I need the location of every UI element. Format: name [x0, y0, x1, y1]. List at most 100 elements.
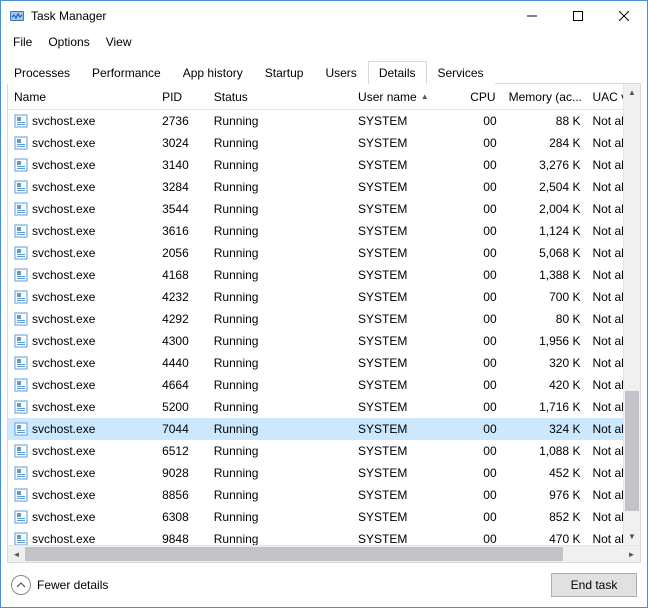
cell-cpu: 00 — [464, 530, 502, 545]
cell-status: Running — [208, 354, 352, 372]
menu-file[interactable]: File — [5, 32, 40, 52]
tab-details[interactable]: Details — [368, 61, 427, 84]
hscroll-thumb[interactable] — [25, 547, 563, 561]
cell-status: Running — [208, 134, 352, 152]
scroll-track[interactable] — [624, 101, 640, 528]
table-row[interactable]: svchost.exe4300RunningSYSTEM001,956 KNot… — [8, 330, 623, 352]
cell-pid: 2056 — [156, 244, 208, 262]
scroll-left-arrow[interactable]: ◄ — [8, 550, 25, 559]
process-rows: svchost.exe2736RunningSYSTEM0088 KNot al… — [8, 110, 623, 545]
vertical-scrollbar[interactable]: ▲ ▼ — [623, 84, 640, 545]
cell-uac: Not al — [586, 266, 623, 284]
scroll-thumb[interactable] — [625, 391, 639, 511]
table-row[interactable]: svchost.exe9848RunningSYSTEM00470 KNot a… — [8, 528, 623, 545]
table-row[interactable]: svchost.exe3024RunningSYSTEM00284 KNot a… — [8, 132, 623, 154]
column-header-name[interactable]: Name — [8, 86, 156, 108]
cell-name: svchost.exe — [8, 178, 156, 196]
table-row[interactable]: svchost.exe2736RunningSYSTEM0088 KNot al — [8, 110, 623, 132]
end-task-button[interactable]: End task — [551, 573, 637, 597]
scroll-up-arrow[interactable]: ▲ — [624, 84, 640, 101]
table-row[interactable]: svchost.exe8856RunningSYSTEM00976 KNot a… — [8, 484, 623, 506]
fewer-details-toggle[interactable]: Fewer details — [11, 575, 108, 595]
maximize-button[interactable] — [555, 1, 601, 31]
tab-startup[interactable]: Startup — [254, 61, 315, 84]
column-header-user[interactable]: User name▲ — [352, 86, 464, 108]
cell-memory: 420 K — [503, 376, 587, 394]
table-row[interactable]: svchost.exe4232RunningSYSTEM00700 KNot a… — [8, 286, 623, 308]
table-row[interactable]: svchost.exe4664RunningSYSTEM00420 KNot a… — [8, 374, 623, 396]
cell-status: Running — [208, 398, 352, 416]
cell-cpu: 00 — [464, 112, 502, 130]
table-row[interactable]: svchost.exe6308RunningSYSTEM00852 KNot a… — [8, 506, 623, 528]
table-row[interactable]: svchost.exe3544RunningSYSTEM002,004 KNot… — [8, 198, 623, 220]
cell-cpu: 00 — [464, 376, 502, 394]
column-header-pid[interactable]: PID — [156, 86, 208, 108]
cell-uac: Not al — [586, 420, 623, 438]
table-row[interactable]: svchost.exe4292RunningSYSTEM0080 KNot al — [8, 308, 623, 330]
cell-pid: 3140 — [156, 156, 208, 174]
scroll-down-arrow[interactable]: ▼ — [624, 528, 640, 545]
task-manager-window: Task Manager File Options View Processes… — [0, 0, 648, 608]
table-row[interactable]: svchost.exe7044RunningSYSTEM00324 KNot a… — [8, 418, 623, 440]
column-header-status[interactable]: Status — [208, 86, 352, 108]
table-row[interactable]: svchost.exe3284RunningSYSTEM002,504 KNot… — [8, 176, 623, 198]
cell-cpu: 00 — [464, 508, 502, 526]
tab-users[interactable]: Users — [314, 61, 367, 84]
table-row[interactable]: svchost.exe3616RunningSYSTEM001,124 KNot… — [8, 220, 623, 242]
column-header-cpu[interactable]: CPU — [464, 86, 502, 108]
cell-uac: Not al — [586, 332, 623, 350]
table-row[interactable]: svchost.exe6512RunningSYSTEM001,088 KNot… — [8, 440, 623, 462]
cell-pid: 4232 — [156, 288, 208, 306]
table-row[interactable]: svchost.exe5200RunningSYSTEM001,716 KNot… — [8, 396, 623, 418]
titlebar[interactable]: Task Manager — [1, 1, 647, 31]
tab-processes[interactable]: Processes — [3, 61, 81, 84]
cell-name: svchost.exe — [8, 134, 156, 152]
close-button[interactable] — [601, 1, 647, 31]
column-header-uac[interactable]: UAC v — [586, 86, 623, 108]
cell-cpu: 00 — [464, 244, 502, 262]
tab-performance[interactable]: Performance — [81, 61, 172, 84]
cell-cpu: 00 — [464, 310, 502, 328]
table-row[interactable]: svchost.exe4440RunningSYSTEM00320 KNot a… — [8, 352, 623, 374]
cell-memory: 1,388 K — [503, 266, 587, 284]
menu-view[interactable]: View — [98, 32, 140, 52]
cell-memory: 2,004 K — [503, 200, 587, 218]
cell-memory: 80 K — [503, 310, 587, 328]
column-header-memory[interactable]: Memory (ac... — [503, 86, 587, 108]
cell-pid: 3284 — [156, 178, 208, 196]
scroll-right-arrow[interactable]: ► — [623, 550, 640, 559]
cell-user: SYSTEM — [352, 420, 464, 438]
cell-uac: Not al — [586, 200, 623, 218]
cell-user: SYSTEM — [352, 530, 464, 545]
table-row[interactable]: svchost.exe3140RunningSYSTEM003,276 KNot… — [8, 154, 623, 176]
cell-name: svchost.exe — [8, 156, 156, 174]
minimize-button[interactable] — [509, 1, 555, 31]
horizontal-scrollbar[interactable]: ◄ ► — [8, 545, 640, 562]
cell-user: SYSTEM — [352, 156, 464, 174]
tab-app-history[interactable]: App history — [172, 61, 254, 84]
menu-options[interactable]: Options — [40, 32, 97, 52]
cell-cpu: 00 — [464, 156, 502, 174]
cell-status: Running — [208, 442, 352, 460]
details-panel: NamePIDStatusUser name▲CPUMemory (ac...U… — [7, 83, 641, 563]
cell-user: SYSTEM — [352, 398, 464, 416]
cell-user: SYSTEM — [352, 376, 464, 394]
cell-cpu: 00 — [464, 420, 502, 438]
cell-name: svchost.exe — [8, 398, 156, 416]
cell-name: svchost.exe — [8, 442, 156, 460]
tab-services[interactable]: Services — [427, 61, 495, 84]
column-headers: NamePIDStatusUser name▲CPUMemory (ac...U… — [8, 84, 623, 110]
table-row[interactable]: svchost.exe2056RunningSYSTEM005,068 KNot… — [8, 242, 623, 264]
cell-name: svchost.exe — [8, 486, 156, 504]
cell-status: Running — [208, 222, 352, 240]
cell-user: SYSTEM — [352, 222, 464, 240]
cell-name: svchost.exe — [8, 508, 156, 526]
cell-user: SYSTEM — [352, 112, 464, 130]
table-row[interactable]: svchost.exe9028RunningSYSTEM00452 KNot a… — [8, 462, 623, 484]
cell-pid: 9028 — [156, 464, 208, 482]
cell-status: Running — [208, 156, 352, 174]
menubar: File Options View — [1, 31, 647, 53]
chevron-up-icon — [11, 575, 31, 595]
cell-pid: 4168 — [156, 266, 208, 284]
table-row[interactable]: svchost.exe4168RunningSYSTEM001,388 KNot… — [8, 264, 623, 286]
